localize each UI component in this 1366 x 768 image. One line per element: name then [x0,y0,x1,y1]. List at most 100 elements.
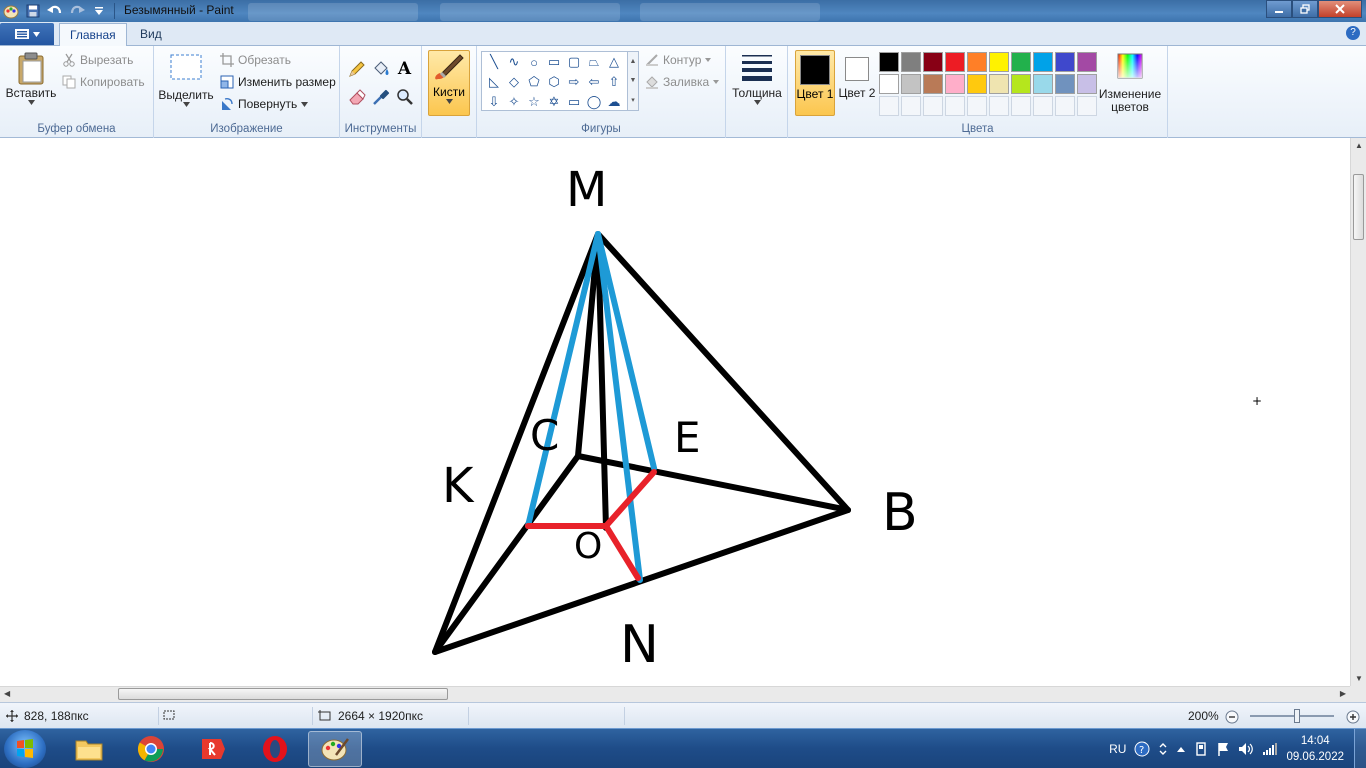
undo-icon[interactable] [46,2,64,20]
language-indicator[interactable]: RU [1109,742,1126,756]
palette-swatch[interactable] [879,52,899,72]
palette-swatch[interactable] [1033,52,1053,72]
maximize-button[interactable] [1292,0,1318,18]
drawing-canvas[interactable]: M K C E B O N + [0,138,1350,686]
vertical-scrollbar[interactable]: ▲ ▼ [1350,138,1366,686]
taskbar-opera[interactable] [248,731,302,767]
palette-empty-slot[interactable] [1077,96,1097,116]
palette-swatch[interactable] [923,52,943,72]
copy-button[interactable]: Копировать [62,75,145,89]
palette-empty-slot[interactable] [901,96,921,116]
palette-swatch[interactable] [1055,52,1075,72]
taskbar-chrome[interactable] [124,731,178,767]
scroll-right-icon[interactable]: ▶ [1340,689,1346,698]
palette-swatch[interactable] [901,52,921,72]
action-center-flag-icon[interactable] [1216,741,1230,757]
palette-swatch[interactable] [1033,74,1053,94]
palette-swatch[interactable] [967,74,987,94]
palette-empty-slot[interactable] [967,96,987,116]
customize-qat-icon[interactable] [90,2,108,20]
right-triangle-shape-icon[interactable]: ◺ [484,72,504,92]
palette-swatch[interactable] [879,74,899,94]
zoom-out-icon[interactable] [1225,710,1239,724]
scroll-down-icon[interactable]: ▼ [1355,674,1363,683]
file-menu-button[interactable] [0,23,54,45]
zoom-in-icon[interactable] [1346,710,1360,724]
palette-swatch[interactable] [945,74,965,94]
magnifier-icon[interactable] [394,86,415,107]
taskbar-explorer[interactable] [62,731,116,767]
eraser-icon[interactable] [346,86,367,107]
redo-icon[interactable] [68,2,86,20]
vertical-scroll-thumb[interactable] [1353,174,1364,240]
fill-icon[interactable] [370,58,391,79]
show-desktop-button[interactable] [1354,729,1366,768]
callout-rect-shape-icon[interactable]: ▭ [564,92,584,112]
palette-empty-slot[interactable] [879,96,899,116]
right-arrow-shape-icon[interactable]: ⇨ [564,72,584,92]
palette-swatch[interactable] [1077,74,1097,94]
taskbar-yandex[interactable] [186,731,240,767]
horizontal-scroll-thumb[interactable] [118,688,448,700]
palette-swatch[interactable] [967,52,987,72]
help-icon[interactable]: ? [1346,26,1360,40]
palette-swatch[interactable] [945,52,965,72]
rotate-button[interactable]: Повернуть [220,97,309,111]
taskbar-paint[interactable] [308,731,362,767]
palette-swatch[interactable] [923,74,943,94]
oval-shape-icon[interactable]: ○ [524,52,544,72]
select-button[interactable]: Выделить [158,54,214,107]
cut-button[interactable]: Вырезать [62,53,133,67]
shapes-scroll[interactable]: ▲ ▼ ▾ [627,51,639,111]
size-button[interactable]: Толщина [730,52,784,105]
triangle-shape-icon[interactable]: △ [604,52,624,72]
tab-home[interactable]: Главная [59,23,127,47]
horizontal-scrollbar[interactable]: ◀ ▶ [0,686,1350,702]
tab-view[interactable]: Вид [130,23,172,47]
volume-icon[interactable] [1238,742,1254,756]
palette-swatch[interactable] [1011,74,1031,94]
close-button[interactable] [1318,0,1362,18]
crop-button[interactable]: Обрезать [220,53,291,67]
callout-cloud-shape-icon[interactable]: ☁ [604,92,624,112]
paint-app-icon[interactable] [2,2,20,20]
scroll-up-icon[interactable]: ▲ [1355,141,1363,150]
palette-empty-slot[interactable] [923,96,943,116]
rectangle-shape-icon[interactable]: ▭ [544,52,564,72]
outline-button[interactable]: Контур [645,53,712,67]
color-picker-icon[interactable] [370,86,391,107]
color1-button[interactable]: Цвет 1 [795,50,835,116]
hexagon-shape-icon[interactable]: ⬡ [544,72,564,92]
taskbar-clock[interactable]: 14:04 09.06.2022 [1286,733,1344,765]
show-hidden-icons[interactable] [1176,745,1186,753]
palette-swatch[interactable] [989,52,1009,72]
palette-swatch[interactable] [901,74,921,94]
five-point-star-shape-icon[interactable]: ☆ [524,92,544,112]
color2-button[interactable]: Цвет 2 [838,50,876,100]
six-point-star-shape-icon[interactable]: ✡ [544,92,564,112]
curve-shape-icon[interactable]: ∿ [504,52,524,72]
save-icon[interactable] [24,2,42,20]
device-icon[interactable] [1194,741,1208,757]
callout-oval-shape-icon[interactable]: ◯ [584,92,604,112]
down-arrow-shape-icon[interactable]: ⇩ [484,92,504,112]
palette-swatch[interactable] [1077,52,1097,72]
network-signal-icon[interactable] [1262,742,1278,756]
four-point-star-shape-icon[interactable]: ✧ [504,92,524,112]
polygon-shape-icon[interactable]: ⏢ [584,52,604,72]
rounded-rectangle-shape-icon[interactable]: ▢ [564,52,584,72]
pentagon-shape-icon[interactable]: ⬠ [524,72,544,92]
left-arrow-shape-icon[interactable]: ⇦ [584,72,604,92]
up-arrow-shape-icon[interactable]: ⇧ [604,72,624,92]
resize-button[interactable]: Изменить размер [220,75,336,89]
minimize-button[interactable] [1266,0,1292,18]
palette-swatch[interactable] [1055,74,1075,94]
line-shape-icon[interactable]: ╲ [484,52,504,72]
fill-button[interactable]: Заливка [645,75,720,89]
text-icon[interactable]: A [394,58,415,79]
brushes-button[interactable]: Кисти [428,50,470,116]
keyboard-layout-icon[interactable] [1158,743,1168,755]
diamond-shape-icon[interactable]: ◇ [504,72,524,92]
palette-swatch[interactable] [989,74,1009,94]
palette-empty-slot[interactable] [1055,96,1075,116]
